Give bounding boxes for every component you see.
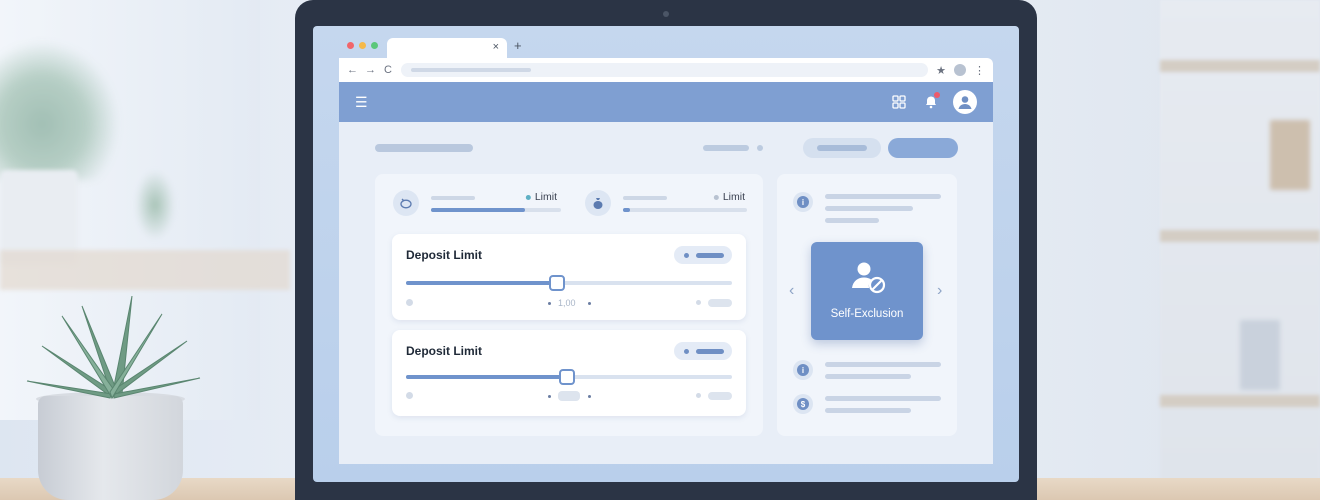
stat-deposit: Limit [393, 186, 561, 220]
bookmark-star-icon[interactable]: ★ [936, 64, 946, 77]
user-avatar-icon[interactable] [953, 90, 977, 114]
card-title: Deposit Limit [406, 248, 483, 262]
browser-menu-icon[interactable]: ⋮ [974, 64, 985, 77]
background-table [0, 250, 290, 290]
stat-progress-fill [623, 208, 631, 212]
info-text-placeholder [825, 408, 911, 413]
limits-panel: Limit Limit Deposit Limit 1,00 Deposit L… [375, 174, 763, 436]
carousel-prev-button[interactable]: ‹ [789, 282, 794, 300]
slider-thumb[interactable] [548, 275, 565, 291]
self-exclusion-card[interactable]: Self-Exclusion [811, 242, 923, 340]
slider-max-label [708, 299, 732, 307]
reload-icon[interactable]: C [383, 64, 393, 76]
stat-label: Limit [525, 191, 557, 203]
maximize-window-button[interactable] [371, 42, 378, 49]
stat-wager: Limit [585, 186, 747, 220]
back-icon[interactable]: ← [347, 64, 358, 76]
new-tab-button[interactable]: + [514, 38, 522, 53]
value-dot [548, 395, 551, 398]
secondary-action-button[interactable] [803, 138, 881, 158]
value-dot [588, 302, 591, 305]
limit-period-chip[interactable] [674, 342, 732, 360]
slider-max-marker [696, 393, 701, 398]
stat-label: Limit [713, 191, 745, 203]
bookshelf [1160, 0, 1320, 500]
info-text-placeholder [825, 374, 911, 379]
stat-progress-fill [431, 208, 525, 212]
browser-window: × + ← → C ★ ⋮ ☰ Limit Limit Deposit Limi… [339, 36, 993, 464]
user-blocked-icon [852, 262, 886, 294]
slider-thumb[interactable] [558, 369, 575, 385]
window-controls [347, 42, 378, 49]
slider-fill [406, 281, 556, 285]
deposit-limit-slider[interactable] [406, 369, 732, 385]
primary-action-button[interactable] [888, 138, 958, 158]
menu-icon[interactable]: ☰ [355, 94, 368, 111]
address-placeholder [411, 68, 531, 72]
laptop-screen: × + ← → C ★ ⋮ ☰ Limit Limit Deposit Limi… [313, 26, 1019, 482]
background-plant [0, 40, 120, 180]
stat-progress-track [623, 208, 747, 212]
forward-icon[interactable]: → [365, 64, 376, 76]
limit-period-chip[interactable] [674, 246, 732, 264]
close-tab-icon[interactable]: × [493, 41, 499, 53]
slider-min-marker [406, 299, 413, 306]
slider-max-label [708, 392, 732, 400]
info-text-placeholder [825, 362, 941, 367]
shelf-board [1160, 395, 1320, 407]
responsible-gaming-panel: i ‹ Self-Exclusion › i $ [777, 174, 957, 436]
notification-badge [934, 92, 940, 98]
carousel-next-button[interactable]: › [937, 282, 942, 300]
browser-profile-icon[interactable] [954, 64, 966, 76]
browser-tab[interactable]: × [387, 38, 507, 58]
info-text-placeholder [825, 206, 913, 211]
info-text-placeholder [825, 218, 879, 223]
dollar-icon: $ [793, 394, 813, 414]
self-exclusion-label: Self-Exclusion [830, 308, 904, 320]
deposit-limit-card: Deposit Limit [392, 330, 746, 416]
piggy-bank-icon [393, 190, 419, 216]
bell-icon[interactable] [919, 90, 943, 114]
close-window-button[interactable] [347, 42, 354, 49]
shelf-board [1160, 60, 1320, 72]
page-title-placeholder [375, 144, 473, 152]
tab-bar: × + [339, 36, 993, 58]
slider-max-marker [696, 300, 701, 305]
limit-value: 1,00 [558, 298, 576, 308]
minimize-window-button[interactable] [359, 42, 366, 49]
value-dot [588, 395, 591, 398]
background-small-plant [135, 170, 175, 240]
card-title: Deposit Limit [406, 344, 483, 358]
money-bag-icon [585, 190, 611, 216]
shelf-board [1160, 230, 1320, 242]
stat-progress-track [431, 208, 561, 212]
books [1270, 120, 1310, 190]
grid-icon[interactable] [887, 90, 911, 114]
webcam [663, 11, 669, 17]
info-text-placeholder [825, 194, 941, 199]
header-meta-dot [757, 145, 763, 151]
stat-caption-placeholder [623, 196, 667, 200]
slider-fill [406, 375, 566, 379]
value-dot [548, 302, 551, 305]
stat-caption-placeholder [431, 196, 475, 200]
books [1240, 320, 1280, 390]
info-icon: i [793, 360, 813, 380]
address-bar[interactable] [401, 63, 929, 77]
info-icon: i [793, 192, 813, 212]
plant-pot [38, 396, 183, 500]
main-content: Limit Limit Deposit Limit 1,00 Deposit L… [339, 122, 993, 464]
browser-toolbar: ← → C ★ ⋮ [339, 58, 993, 82]
limit-value-placeholder [558, 391, 580, 401]
app-header: ☰ [339, 82, 993, 122]
deposit-limit-card: Deposit Limit 1,00 [392, 234, 746, 320]
succulent-plant [26, 296, 201, 400]
header-meta-placeholder [703, 145, 749, 151]
deposit-limit-slider[interactable] [406, 275, 732, 291]
info-text-placeholder [825, 396, 941, 401]
slider-min-marker [406, 392, 413, 399]
